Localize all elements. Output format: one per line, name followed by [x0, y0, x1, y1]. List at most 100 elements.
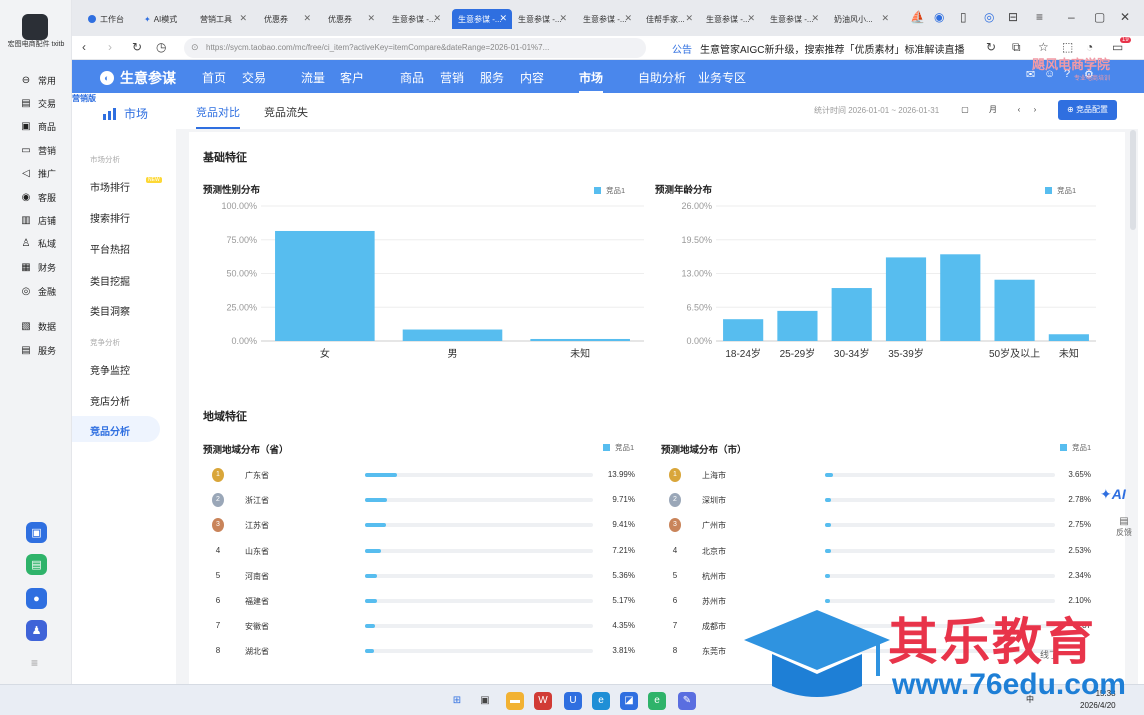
- brand[interactable]: ◐ 生意参谋: [100, 68, 176, 88]
- rail-item-4[interactable]: ◁ 推广: [0, 163, 72, 183]
- competitor-config-button[interactable]: ⊕ 竞品配置: [1058, 100, 1117, 120]
- browser-tab-0[interactable]: 工作台: [82, 9, 132, 29]
- bar-0[interactable]: [275, 230, 375, 341]
- edge-icon[interactable]: e: [592, 692, 610, 710]
- tab-close-icon[interactable]: ✕: [499, 13, 507, 24]
- close-window-icon[interactable]: ✕: [1120, 10, 1130, 24]
- back-icon[interactable]: ‹: [82, 40, 86, 54]
- browser-tab-5[interactable]: 生意参谋 -... ✕: [386, 9, 446, 29]
- tab-compare[interactable]: 竞品对比: [196, 104, 240, 129]
- browser-tab-6[interactable]: 生意参谋 -... ✕: [452, 9, 512, 29]
- url-input[interactable]: ⊙ https://sycm.taobao.com/mc/free/ci_ite…: [184, 38, 646, 58]
- nav-item-8[interactable]: 市场: [579, 69, 604, 93]
- next-period-icon[interactable]: ›: [1026, 102, 1044, 118]
- nav-item-5[interactable]: 营销: [440, 69, 464, 86]
- sidebar-comp-item-1[interactable]: 竞店分析: [90, 393, 130, 408]
- rail-item-0[interactable]: ⊖ 常用: [0, 70, 72, 90]
- rail-item-6[interactable]: ▥ 店铺: [0, 210, 72, 230]
- nav-item-6[interactable]: 服务: [480, 69, 504, 86]
- browser-tab-7[interactable]: 生意参谋 -... ✕: [512, 9, 572, 29]
- sidebar-item-3[interactable]: 类目挖掘: [90, 273, 130, 288]
- app-icon-user[interactable]: ♟: [26, 620, 47, 641]
- menu-icon[interactable]: ≡: [31, 656, 38, 670]
- site-info-icon[interactable]: ⊙: [191, 42, 199, 53]
- star-icon[interactable]: ☆: [1038, 40, 1049, 54]
- rail-item-10[interactable]: ▧ 数据: [0, 316, 72, 336]
- app3-icon[interactable]: ✎: [678, 692, 696, 710]
- window-icon[interactable]: ⊟: [1008, 10, 1018, 24]
- history-icon[interactable]: ◷: [156, 40, 166, 54]
- tab-close-icon[interactable]: ✕: [239, 13, 247, 24]
- scrollbar[interactable]: [1130, 130, 1136, 230]
- bar-5[interactable]: [994, 279, 1035, 341]
- day-button[interactable]: ▢: [956, 102, 974, 118]
- tab-loss[interactable]: 竞品流失: [264, 104, 308, 120]
- sidebar-item-2[interactable]: 平台热招: [90, 241, 130, 256]
- nav-item-7[interactable]: 内容: [520, 69, 544, 86]
- nav-item-1[interactable]: 交易: [242, 69, 266, 86]
- rail-item-9[interactable]: ◎ 金融: [0, 281, 72, 301]
- app-icon[interactable]: U: [564, 692, 582, 710]
- browser-tab-3[interactable]: 优惠券 ✕: [258, 9, 316, 29]
- browser-tab-10[interactable]: 生意参谋 -... ✕: [700, 9, 760, 29]
- announcement[interactable]: 公告 生意管家AIGC新升级，搜索推荐「优质素材」标准解读直播: [672, 41, 964, 56]
- bar-4[interactable]: [940, 254, 981, 341]
- sidebar-item-0[interactable]: 市场排行: [90, 179, 130, 194]
- rail-item-11[interactable]: ▤ 服务: [0, 340, 72, 360]
- rail-item-8[interactable]: ▦ 财务: [0, 257, 72, 277]
- app-icon-wallet[interactable]: ▤: [26, 554, 47, 575]
- browser-tab-11[interactable]: 生意参谋 -... ✕: [764, 9, 824, 29]
- tab-close-icon[interactable]: ✕: [881, 13, 889, 24]
- minimize-icon[interactable]: –: [1068, 10, 1075, 24]
- nav-item-4[interactable]: 商品: [400, 69, 424, 86]
- bar-1[interactable]: [777, 310, 818, 341]
- tab-close-icon[interactable]: ✕: [433, 13, 441, 24]
- app-icon-calendar[interactable]: ▣: [26, 522, 47, 543]
- copy-icon[interactable]: ⧉: [1012, 40, 1021, 55]
- wps-icon[interactable]: W: [534, 692, 552, 710]
- rail-item-1[interactable]: ▤ 交易: [0, 93, 72, 113]
- browser-tab-12[interactable]: 奶油风小... ✕: [828, 9, 894, 29]
- browser-tab-2[interactable]: 营销工具 ✕: [194, 9, 252, 29]
- bar-6[interactable]: [1048, 334, 1089, 341]
- bar-3[interactable]: [885, 257, 927, 341]
- nav-item-9[interactable]: 自助分析: [638, 69, 686, 86]
- rail-item-3[interactable]: ▭ 营销: [0, 140, 72, 160]
- sidebar-comp-item-0[interactable]: 竞争监控: [90, 362, 130, 377]
- menu-more-icon[interactable]: ≡: [1036, 10, 1043, 24]
- bar-0[interactable]: [723, 319, 764, 341]
- browser-tab-4[interactable]: 优惠券 ✕: [322, 9, 380, 29]
- rail-item-5[interactable]: ◉ 客服: [0, 187, 72, 207]
- bar-2[interactable]: [530, 338, 630, 341]
- nav-item-2[interactable]: 流量: [301, 69, 325, 86]
- browser-icon[interactable]: e: [648, 692, 666, 710]
- collection-icon[interactable]: ⬚: [1062, 40, 1073, 54]
- browser-tab-1[interactable]: ✦ AI模式: [138, 9, 188, 29]
- app-switch-icon[interactable]: ◎: [984, 10, 994, 24]
- rail-item-2[interactable]: ▣ 商品: [0, 116, 72, 136]
- explorer-icon[interactable]: ▬: [506, 692, 524, 710]
- bar-1[interactable]: [402, 329, 503, 341]
- nav-item-10[interactable]: 业务专区: [698, 69, 746, 86]
- store-logo[interactable]: [22, 14, 48, 40]
- feedback-button[interactable]: ▤ 反馈: [1114, 516, 1134, 538]
- sidebar-comp-item-2[interactable]: 竞品分析: [72, 416, 160, 442]
- ai-assistant-button[interactable]: ✦AI: [1100, 486, 1126, 503]
- tab-close-icon[interactable]: ✕: [685, 13, 693, 24]
- tab-close-icon[interactable]: ✕: [303, 13, 311, 24]
- nav-item-3[interactable]: 客户: [340, 69, 364, 86]
- sidebar-item-4[interactable]: 类目洞察: [90, 303, 130, 318]
- browser-tab-9[interactable]: 佳帮手家... ✕: [640, 9, 698, 29]
- profile-icon[interactable]: ◉: [934, 10, 944, 24]
- maximize-icon[interactable]: ▢: [1094, 10, 1105, 24]
- start-icon[interactable]: ⊞: [448, 692, 466, 710]
- refresh-icon[interactable]: ↻: [986, 40, 996, 54]
- tab-close-icon[interactable]: ✕: [624, 13, 632, 24]
- tab-close-icon[interactable]: ✕: [367, 13, 375, 24]
- nav-item-0[interactable]: 首页: [202, 69, 226, 86]
- app-icon-chat[interactable]: ●: [26, 588, 47, 609]
- tab-close-icon[interactable]: ✕: [559, 13, 567, 24]
- sidebar-item-1[interactable]: 搜索排行: [90, 210, 130, 225]
- month-button[interactable]: 月: [984, 102, 1002, 118]
- rail-item-7[interactable]: ♙ 私域: [0, 233, 72, 253]
